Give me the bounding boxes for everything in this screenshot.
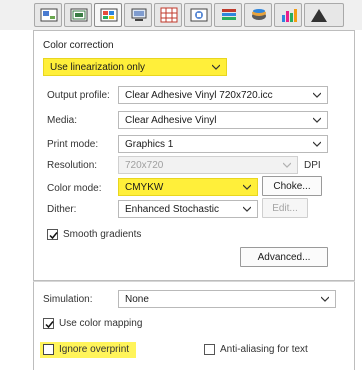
grid-icon: [160, 7, 178, 23]
dpi-unit: DPI: [304, 160, 321, 171]
simulation-label: Simulation:: [43, 294, 93, 305]
color-settings-icon: [100, 8, 118, 22]
print-mode-label: Print mode:: [47, 139, 99, 150]
media-label: Media:: [47, 115, 78, 126]
output-profile-label: Output profile:: [47, 90, 110, 101]
tab-image[interactable]: [184, 3, 212, 27]
ignore-overprint-label: Ignore overprint: [59, 344, 130, 355]
tab-grid[interactable]: [154, 3, 182, 27]
triangle-icon: [311, 9, 327, 22]
bar-chart-icon: [282, 9, 297, 22]
print-queue-icon: [131, 8, 147, 21]
tab-color-settings[interactable]: [94, 3, 122, 27]
tab-layout[interactable]: [34, 3, 62, 27]
resolution-label: Resolution:: [47, 160, 98, 171]
chevron-down-icon: [313, 141, 321, 147]
advanced-button[interactable]: Advanced...: [240, 247, 328, 267]
list-icon: [222, 9, 236, 20]
simulation-value: None: [125, 294, 149, 305]
output-profile-select[interactable]: Clear Adhesive Vinyl 720x720.icc: [118, 86, 328, 104]
tab-print-queue[interactable]: [124, 3, 152, 27]
color-mode-value: CMYKW: [125, 182, 164, 193]
print-mode-select[interactable]: Graphics 1: [118, 135, 328, 153]
tab-bar-chart[interactable]: [274, 3, 302, 27]
layout-icon: [40, 8, 58, 22]
tab-ink[interactable]: [244, 3, 272, 27]
use-color-mapping-label: Use color mapping: [59, 318, 143, 329]
resolution-select[interactable]: 720x720: [118, 156, 298, 174]
section-title: Color correction: [43, 40, 114, 51]
simulation-select[interactable]: None: [118, 290, 336, 308]
dither-value: Enhanced Stochastic: [125, 204, 219, 215]
dither-label: Dither:: [47, 204, 77, 215]
edit-button[interactable]: Edit...: [262, 198, 308, 218]
smooth-gradients-checkbox[interactable]: [47, 229, 58, 240]
use-color-mapping-checkbox[interactable]: [43, 318, 54, 329]
anti-aliasing-checkbox[interactable]: [204, 344, 215, 355]
image-icon: [190, 8, 208, 22]
tab-media[interactable]: [64, 3, 92, 27]
chevron-down-icon: [313, 92, 321, 98]
color-correction-value: Use linearization only: [50, 62, 146, 73]
media-value: Clear Adhesive Vinyl: [125, 115, 217, 126]
dither-select[interactable]: Enhanced Stochastic: [118, 200, 258, 218]
ink-icon: [252, 9, 266, 20]
checkmark-icon: [49, 232, 58, 240]
choke-button[interactable]: Choke...: [262, 176, 322, 196]
chevron-down-icon: [243, 206, 251, 212]
color-mode-label: Color mode:: [47, 183, 102, 194]
anti-aliasing-label: Anti-aliasing for text: [220, 344, 308, 355]
color-correction-select[interactable]: Use linearization only: [43, 58, 227, 76]
chevron-down-icon: [313, 117, 321, 123]
chevron-down-icon: [212, 64, 220, 70]
output-profile-value: Clear Adhesive Vinyl 720x720.icc: [125, 90, 273, 101]
print-mode-value: Graphics 1: [125, 139, 174, 150]
chevron-down-icon: [321, 296, 329, 302]
color-mode-select[interactable]: CMYKW: [118, 178, 258, 196]
chevron-down-icon: [243, 184, 251, 190]
resolution-value: 720x720: [125, 160, 164, 171]
checkmark-icon: [45, 321, 54, 329]
tab-more[interactable]: [304, 3, 344, 27]
chevron-down-icon: [283, 162, 291, 168]
tab-list[interactable]: [214, 3, 242, 27]
ignore-overprint-checkbox[interactable]: [43, 344, 54, 355]
smooth-gradients-label: Smooth gradients: [63, 229, 142, 240]
media-icon: [70, 8, 88, 22]
toolbar: [0, 0, 362, 30]
media-select[interactable]: Clear Adhesive Vinyl: [118, 111, 328, 129]
